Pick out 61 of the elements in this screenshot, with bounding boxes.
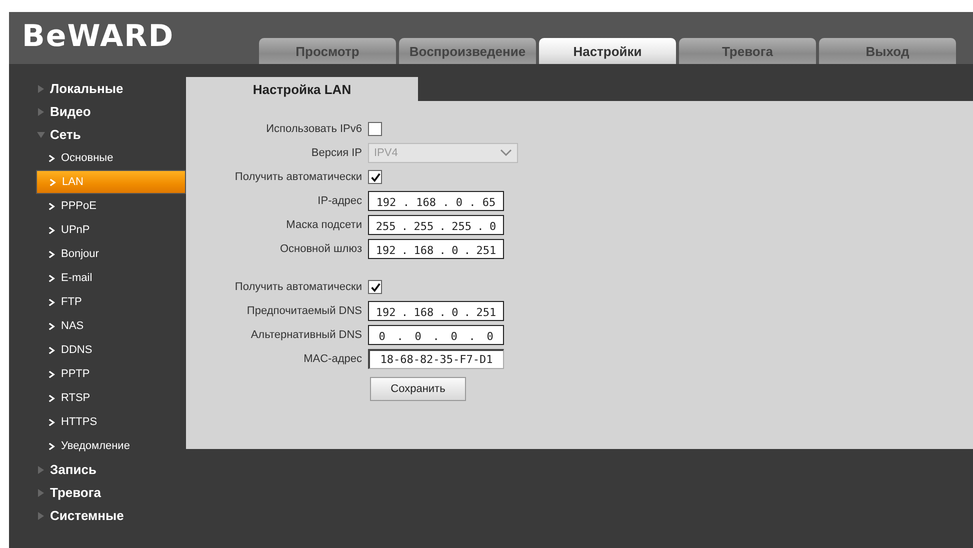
sidebar-item[interactable]: Локальные xyxy=(9,77,186,100)
sidebar-item[interactable]: Тревога xyxy=(9,481,186,504)
field-label: Маска подсети xyxy=(285,219,363,231)
checkbox[interactable] xyxy=(368,280,382,294)
chevron-right-icon xyxy=(48,202,55,210)
sidebar-subitem[interactable]: Bonjour xyxy=(9,242,186,266)
chevron-right-icon xyxy=(48,394,55,402)
ip-address-field[interactable]: 0 . 0 . 0 . 0 xyxy=(368,325,504,345)
sidebar-subitem[interactable]: DDNS xyxy=(9,338,186,362)
nav-tab[interactable]: Настройки xyxy=(539,38,676,64)
ip-address-field[interactable]: 255 . 255 . 255 . 0 xyxy=(368,215,504,235)
field-label: Использовать IPv6 xyxy=(265,123,363,135)
sidebar-item[interactable]: Сеть xyxy=(9,123,186,146)
ip-address-field[interactable]: 192 . 168 . 0 . 251 xyxy=(368,301,504,321)
sidebar-subitem[interactable]: E-mail xyxy=(9,266,186,290)
field-label: Версия IP xyxy=(310,147,363,159)
sidebar-subitem[interactable]: PPTP xyxy=(9,362,186,386)
chevron-right-icon xyxy=(49,178,56,186)
field-label: Получить автоматически xyxy=(234,281,363,293)
sidebar-subitem[interactable]: RTSP xyxy=(9,386,186,410)
sidebar-subitem[interactable]: PPPoE xyxy=(9,194,186,218)
chevron-right-icon xyxy=(48,370,55,378)
ip-address-field[interactable]: 192 . 168 . 0 . 65 xyxy=(368,191,504,211)
sidebar-item[interactable]: Видео xyxy=(9,100,186,123)
collapsed-triangle-icon xyxy=(37,84,45,92)
logo: BeWARD xyxy=(21,18,176,52)
field-label: IP-адрес xyxy=(316,195,363,207)
collapsed-triangle-icon xyxy=(37,466,45,474)
chevron-right-icon xyxy=(48,322,55,330)
checkbox[interactable] xyxy=(368,122,382,136)
chevron-right-icon xyxy=(48,442,55,450)
chevron-right-icon xyxy=(48,346,55,354)
chevron-right-icon xyxy=(48,418,55,426)
chevron-right-icon xyxy=(48,298,55,306)
sidebar-item[interactable]: Системные xyxy=(9,504,186,527)
save-button[interactable]: Сохранить xyxy=(370,377,466,401)
mac-address-field[interactable]: 18-68-82-35-F7-D1 xyxy=(368,349,504,369)
field-label: MAC-адрес xyxy=(302,353,363,365)
field-label: Предпочитаемый DNS xyxy=(246,305,363,317)
collapsed-triangle-icon xyxy=(37,488,45,496)
panel-title-tab[interactable]: Настройка LAN xyxy=(186,77,418,101)
sidebar-subitem[interactable]: Основные xyxy=(9,146,186,170)
sidebar-subitem[interactable]: Уведомление xyxy=(9,434,186,458)
chevron-right-icon xyxy=(48,154,55,162)
sidebar-subitem[interactable]: HTTPS xyxy=(9,410,186,434)
checkbox[interactable] xyxy=(368,170,382,184)
collapsed-triangle-icon xyxy=(37,512,45,520)
chevron-right-icon xyxy=(48,226,55,234)
sidebar-subitem[interactable]: UPnP xyxy=(9,218,186,242)
dropdown-chevron-icon xyxy=(500,149,512,157)
sidebar-subitem[interactable]: FTP xyxy=(9,290,186,314)
field-label: Альтернативный DNS xyxy=(250,329,363,341)
field-label: Основной шлюз xyxy=(278,243,363,255)
chevron-right-icon xyxy=(48,250,55,258)
sidebar-item[interactable]: Запись xyxy=(9,458,186,481)
ip-address-field[interactable]: 192 . 168 . 0 . 251 xyxy=(368,239,504,259)
sidebar-subitem[interactable]: NAS xyxy=(9,314,186,338)
expanded-triangle-icon xyxy=(37,130,45,138)
collapsed-triangle-icon xyxy=(37,108,45,116)
field-label: Получить автоматически xyxy=(234,171,363,183)
chevron-right-icon xyxy=(48,274,55,282)
